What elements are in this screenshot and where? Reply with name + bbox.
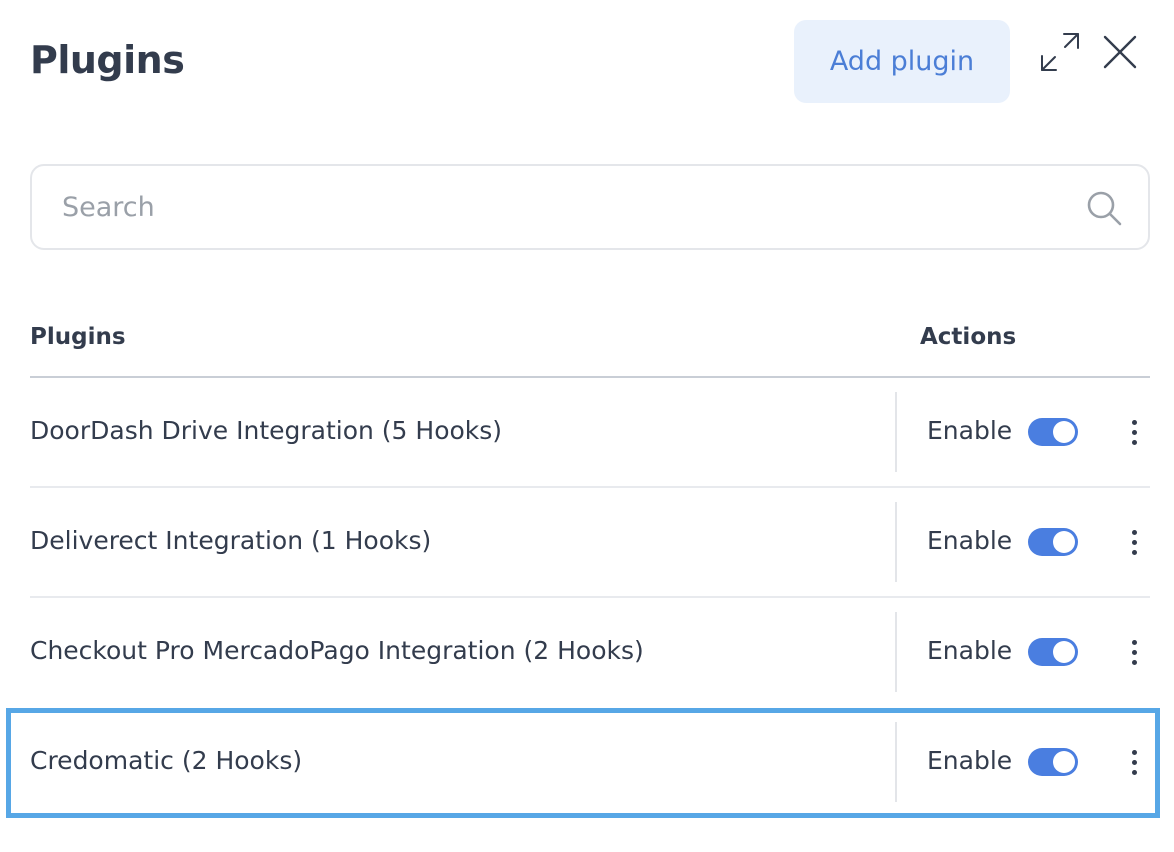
enable-label: Enable — [927, 416, 1013, 445]
toggle-knob — [1053, 641, 1075, 663]
close-button[interactable] — [1096, 28, 1144, 76]
enable-label: Enable — [927, 526, 1013, 555]
panel-header: Plugins Add plugin — [0, 0, 1174, 130]
plugin-name: DoorDash Drive Integration (5 Hooks) — [30, 416, 503, 445]
page-title: Plugins — [30, 38, 185, 82]
expand-icon — [1041, 33, 1079, 71]
plugin-name: Deliverect Integration (1 Hooks) — [30, 526, 432, 555]
column-divider — [895, 722, 897, 802]
table-row: DoorDash Drive Integration (5 Hooks) Ena… — [30, 378, 1150, 488]
enable-toggle[interactable] — [1028, 748, 1078, 776]
more-vertical-icon[interactable] — [1120, 634, 1148, 670]
more-vertical-icon[interactable] — [1120, 414, 1148, 450]
toggle-knob — [1053, 421, 1075, 443]
more-vertical-icon[interactable] — [1120, 744, 1148, 780]
plugin-name: Credomatic (2 Hooks) — [30, 746, 303, 775]
toggle-knob — [1053, 751, 1075, 773]
close-icon — [1103, 35, 1137, 69]
column-divider — [895, 502, 897, 582]
column-header-plugins: Plugins — [30, 324, 126, 350]
search-icon[interactable] — [1084, 188, 1124, 228]
table-row: Checkout Pro MercadoPago Integration (2 … — [30, 598, 1150, 708]
column-header-actions: Actions — [920, 324, 1017, 350]
toggle-knob — [1053, 531, 1075, 553]
search-input[interactable] — [62, 166, 1062, 248]
enable-toggle[interactable] — [1028, 418, 1078, 446]
expand-button[interactable] — [1036, 28, 1084, 76]
enable-toggle[interactable] — [1028, 638, 1078, 666]
add-plugin-button[interactable]: Add plugin — [794, 20, 1010, 103]
plugin-name: Checkout Pro MercadoPago Integration (2 … — [30, 636, 644, 665]
column-divider — [895, 612, 897, 692]
enable-label: Enable — [927, 746, 1013, 775]
enable-toggle[interactable] — [1028, 528, 1078, 556]
search-box — [30, 164, 1150, 250]
table-row-highlighted: Credomatic (2 Hooks) Enable — [30, 708, 1150, 818]
table-row: Deliverect Integration (1 Hooks) Enable — [30, 488, 1150, 598]
column-divider — [895, 392, 897, 472]
enable-label: Enable — [927, 636, 1013, 665]
more-vertical-icon[interactable] — [1120, 524, 1148, 560]
